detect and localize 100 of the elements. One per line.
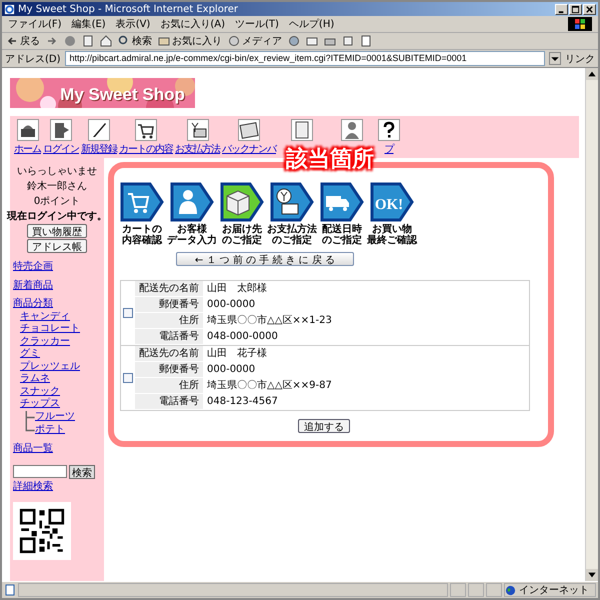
address-field[interactable]: http://pibcart.admiral.ne.jp/e-commex/cgi-bin/ex_review_item.cgi?ITEMID=0001&SUBITEMID=0001: [64, 51, 545, 66]
greeting-text: いらっしゃいませ: [17, 165, 97, 178]
sidebar-button[interactable]: 買い物履歴: [27, 224, 87, 238]
category-link[interactable]: ラムネ: [20, 373, 50, 386]
field-label: 配送先の名前: [135, 346, 203, 361]
checkbox[interactable]: [123, 308, 133, 318]
refresh-icon: [82, 35, 94, 47]
menu-item[interactable]: 表示(V): [116, 17, 150, 31]
search-field[interactable]: [13, 465, 67, 478]
tree-line: [25, 410, 35, 424]
scroll-down-icon[interactable]: [586, 569, 598, 581]
toolbar-button[interactable]: メディア: [228, 34, 282, 48]
sidebar-button[interactable]: アドレス帳: [27, 239, 87, 253]
question-icon[interactable]: [378, 119, 400, 141]
back-icon: [6, 35, 18, 47]
field-label: 住所: [135, 378, 203, 393]
add-button[interactable]: 追加する: [298, 419, 350, 433]
menu-item[interactable]: お気に入り(A): [160, 17, 225, 31]
cart-icon[interactable]: [135, 119, 157, 141]
field-value: 山田 花子様: [206, 346, 268, 361]
nav-link[interactable]: 新規登録: [81, 142, 117, 156]
address-label: アドレス(D): [5, 52, 61, 66]
windows-logo-icon: [568, 17, 592, 31]
globe-icon: [505, 584, 516, 596]
home-icon: [100, 35, 112, 47]
field-label: 郵便番号: [135, 362, 203, 377]
favorites-icon: [158, 35, 170, 47]
status-panel: [468, 583, 484, 597]
field-value: 山田 太郎様: [206, 282, 268, 296]
login-status: 現在ログイン中です。: [7, 210, 107, 223]
field-label: 住所: [135, 313, 203, 328]
stop-icon: [64, 35, 76, 47]
menu-item[interactable]: ヘルプ(H): [288, 17, 334, 31]
field-value: 048-123-4567: [206, 395, 279, 409]
step-label: 配送日時 のご指定: [322, 224, 362, 246]
history-icon: [288, 35, 300, 47]
category-link[interactable]: スナック: [20, 386, 60, 398]
field-value: 000-0000: [206, 298, 256, 312]
toolbar-button[interactable]: [306, 35, 318, 47]
links-button[interactable]: リンク: [565, 52, 595, 66]
sidebar-link[interactable]: 新着商品: [13, 280, 53, 292]
field-label: 配送先の名前: [135, 281, 203, 296]
search-button[interactable]: 検索: [69, 465, 95, 479]
category-link[interactable]: キャンディ: [20, 310, 70, 323]
nav-link[interactable]: ログイン: [43, 142, 79, 156]
nav-link[interactable]: お支払方法: [175, 142, 220, 156]
menu-item[interactable]: 編集(E): [72, 17, 106, 31]
category-link[interactable]: ポテト: [35, 424, 65, 436]
category-link[interactable]: フルーツ: [35, 410, 75, 423]
toolbar-button[interactable]: 戻る: [6, 34, 40, 48]
field-label: 郵便番号: [135, 297, 203, 312]
document-icon[interactable]: [291, 119, 313, 141]
search-icon: [118, 35, 130, 47]
sidebar-link[interactable]: 商品分類: [13, 298, 53, 310]
category-link[interactable]: チョコレート: [20, 323, 80, 336]
step-label: お客様 データ入力: [167, 224, 217, 246]
toolbar-button[interactable]: [100, 35, 112, 47]
advanced-search-link[interactable]: 詳細検索: [13, 481, 53, 494]
toolbar-button[interactable]: 検索: [118, 34, 152, 48]
maximize-button[interactable]: [569, 4, 582, 14]
toolbar-button[interactable]: [288, 35, 300, 47]
toolbar-button[interactable]: お気に入り: [158, 34, 222, 48]
dropdown-button[interactable]: [549, 52, 561, 65]
minimize-button[interactable]: [555, 4, 568, 14]
toolbar-button[interactable]: [360, 35, 372, 47]
checkbox[interactable]: [123, 373, 133, 383]
field-value: 048-000-0000: [206, 330, 279, 344]
menu-item[interactable]: ファイル(F): [8, 17, 62, 31]
toolbar-button[interactable]: [342, 35, 354, 47]
page-icon: [4, 584, 16, 596]
toolbar-button[interactable]: [46, 35, 58, 47]
nav-link[interactable]: プ: [384, 142, 394, 156]
category-link[interactable]: プレッツェル: [20, 360, 80, 373]
nav-link[interactable]: カートの内容: [119, 142, 173, 156]
category-link[interactable]: チップス: [20, 398, 60, 410]
sidebar-link[interactable]: 商品一覧: [13, 442, 53, 455]
field-value: 000-0000: [206, 363, 256, 377]
zone-text: インターネット: [519, 584, 589, 597]
category-link[interactable]: クラッカー: [20, 336, 70, 348]
browser-icon: [4, 4, 15, 14]
door-icon[interactable]: [50, 119, 72, 141]
category-link[interactable]: グミ: [20, 348, 40, 360]
nav-link[interactable]: バックナンバ: [222, 142, 276, 156]
step-label: お届け先 のご指定: [222, 224, 262, 246]
step-label: お買い物 最終ご確認: [367, 224, 417, 246]
sidebar-link[interactable]: 特売企画: [13, 261, 53, 274]
back-button[interactable]: ← １ つ 前 の 手 続 き に 戻 る: [176, 252, 354, 266]
menu-item[interactable]: ツール(T): [235, 17, 279, 31]
field-value: 埼玉県〇〇市△△区××9-87: [206, 378, 333, 393]
mail-icon: [306, 35, 318, 47]
ok-step-icon: OK!: [370, 182, 414, 222]
scroll-up-icon[interactable]: [586, 68, 598, 80]
forward-icon: [46, 35, 58, 47]
status-panel: [450, 583, 466, 597]
person-icon[interactable]: [341, 119, 363, 141]
nav-link[interactable]: ホーム: [14, 142, 41, 156]
toolbar-button[interactable]: [82, 35, 94, 47]
media-icon: [228, 35, 240, 47]
user-name: 鈴木一郎さん: [27, 180, 87, 193]
close-button[interactable]: [583, 4, 596, 14]
